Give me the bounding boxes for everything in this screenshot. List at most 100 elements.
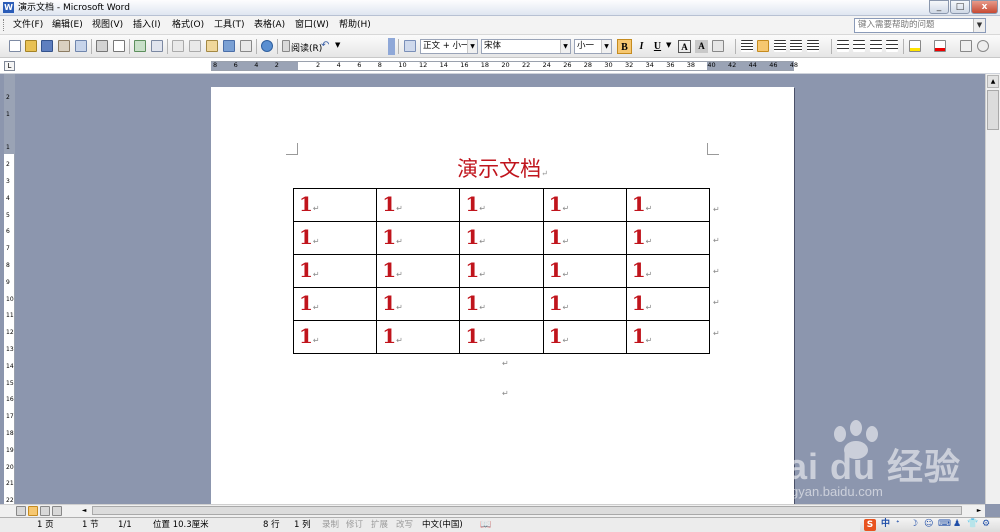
tab-selector-button[interactable]: L [4,61,15,71]
style-select[interactable]: 正文 + 小一 ▼ [420,39,478,54]
help-search-input[interactable]: 键入需要帮助的问题 ▼ [854,18,986,33]
char-scale-icon[interactable] [712,40,724,52]
font-size-select[interactable]: 小一 ▼ [574,39,612,54]
reading-layout-icon[interactable] [52,506,62,516]
table-cell[interactable]: 1↵ [376,287,461,321]
read-mode-icon[interactable] [282,40,290,52]
table-cell[interactable]: 1↵ [625,287,711,321]
table-icon[interactable] [223,40,235,52]
chevron-down-icon[interactable]: ▼ [335,41,340,49]
toolbar-overflow-button[interactable] [388,38,395,55]
columns-icon[interactable] [240,40,252,52]
save-icon[interactable] [41,40,53,52]
vertical-scrollbar[interactable]: ▲ [985,74,1000,504]
status-extend[interactable]: 扩展 [371,519,388,532]
justify-icon[interactable] [790,40,802,52]
align-right-icon[interactable] [774,40,786,52]
table-cell[interactable]: 1↵ [459,221,544,255]
table-cell[interactable]: 1↵ [459,188,544,222]
table-cell[interactable]: 1↵ [459,254,544,288]
scroll-thumb[interactable] [987,90,999,130]
bullets-icon[interactable] [853,40,865,52]
spelling-status-icon[interactable]: 📖 [480,519,491,532]
phonetic-guide-icon[interactable] [960,40,972,52]
table-cell[interactable]: 1↵ [376,188,461,222]
chevron-down-icon[interactable]: ▼ [601,40,611,53]
menu-window[interactable]: 窗口(W) [295,20,329,31]
table-cell[interactable]: 1↵ [376,320,461,354]
permission-icon[interactable] [58,40,70,52]
enclose-char-icon[interactable] [977,40,989,52]
table-cell[interactable]: 1↵ [376,254,461,288]
status-track-changes[interactable]: 修订 [346,519,363,532]
print-layout-icon[interactable] [28,506,38,516]
close-button[interactable]: x [971,0,998,14]
table-cell[interactable]: 1↵ [625,254,711,288]
highlight-icon[interactable] [909,40,921,52]
copy-icon[interactable] [189,40,201,52]
chevron-down-icon[interactable]: ▼ [467,40,477,53]
menu-format[interactable]: 格式(O) [172,20,204,31]
sogou-ime-icon[interactable]: S [864,519,876,531]
print-preview-icon[interactable] [113,40,125,52]
table-cell[interactable]: 1↵ [542,287,627,321]
menu-file[interactable]: 文件(F) [13,20,43,31]
maximize-button[interactable]: □ [950,0,970,14]
new-document-icon[interactable] [9,40,21,52]
status-overtype[interactable]: 改写 [396,519,413,532]
line-spacing-icon[interactable] [807,40,819,52]
table-cell[interactable]: 1↵ [292,254,378,288]
char-shading-button[interactable]: A [695,40,708,53]
paste-icon[interactable] [206,40,218,52]
increase-indent-icon[interactable] [886,40,898,52]
styles-pane-icon[interactable] [404,40,416,52]
document-page[interactable]: 演示文档↵ 1↵ 1↵ 1↵ 1↵ 1↵ 1↵ 1↵ 1↵ 1↵ 1↵ 1↵ 1↵ 1↵ 1↵ 1↵ 1↵ 1↵… [211,87,794,507]
undo-icon[interactable]: ↶ [321,40,329,51]
spelling-icon[interactable] [134,40,146,52]
scroll-up-button[interactable]: ▲ [987,75,999,88]
table-cell[interactable]: 1↵ [292,188,378,222]
underline-button[interactable]: U [650,39,665,54]
normal-view-icon[interactable] [16,506,26,516]
menu-help[interactable]: 帮助(H) [339,20,371,31]
align-center-icon[interactable] [757,40,769,52]
table-cell[interactable]: 1↵ [292,320,378,354]
font-color-icon[interactable] [934,40,946,52]
help-icon[interactable] [261,40,273,52]
numbering-icon[interactable] [837,40,849,52]
menu-edit[interactable]: 编辑(E) [52,20,83,31]
table-cell[interactable]: 1↵ [542,188,627,222]
vertical-ruler[interactable]: 2 1 1 2 3 4 5 6 7 8 9 10 11 12 13 14 15 16 17 18 19 20 21 22 [4,74,15,504]
menu-insert[interactable]: 插入(I) [133,20,161,31]
decrease-indent-icon[interactable] [870,40,882,52]
table-cell[interactable]: 1↵ [625,188,711,222]
chevron-down-icon[interactable]: ▼ [666,41,671,49]
table-cell[interactable]: 1↵ [459,320,544,354]
status-rec[interactable]: 录制 [322,519,339,532]
menu-table[interactable]: 表格(A) [254,20,285,31]
table-cell[interactable]: 1↵ [542,254,627,288]
web-layout-icon[interactable] [40,506,50,516]
scroll-left-button[interactable]: ◄ [78,505,90,516]
table-cell[interactable]: 1↵ [292,287,378,321]
table-cell[interactable]: 1↵ [292,221,378,255]
table-cell[interactable]: 1↵ [625,320,711,354]
research-icon[interactable] [151,40,163,52]
italic-button[interactable]: I [634,39,649,54]
open-folder-icon[interactable] [25,40,37,52]
toolbar-grip[interactable] [3,19,6,31]
table-cell[interactable]: 1↵ [625,221,711,255]
table-cell[interactable]: 1↵ [542,320,627,354]
char-border-button[interactable]: A [678,40,691,53]
table-cell[interactable]: 1↵ [376,221,461,255]
table-cell[interactable]: 1↵ [459,287,544,321]
cut-icon[interactable] [172,40,184,52]
chevron-down-icon[interactable]: ▼ [560,40,570,53]
read-mode-button[interactable]: 阅读(R) [291,41,322,54]
menu-view[interactable]: 视图(V) [92,20,123,31]
minimize-button[interactable]: _ [929,0,949,14]
email-icon[interactable] [75,40,87,52]
bold-button[interactable]: B [617,39,632,54]
status-language[interactable]: 中文(中国) [422,519,463,532]
print-icon[interactable] [96,40,108,52]
